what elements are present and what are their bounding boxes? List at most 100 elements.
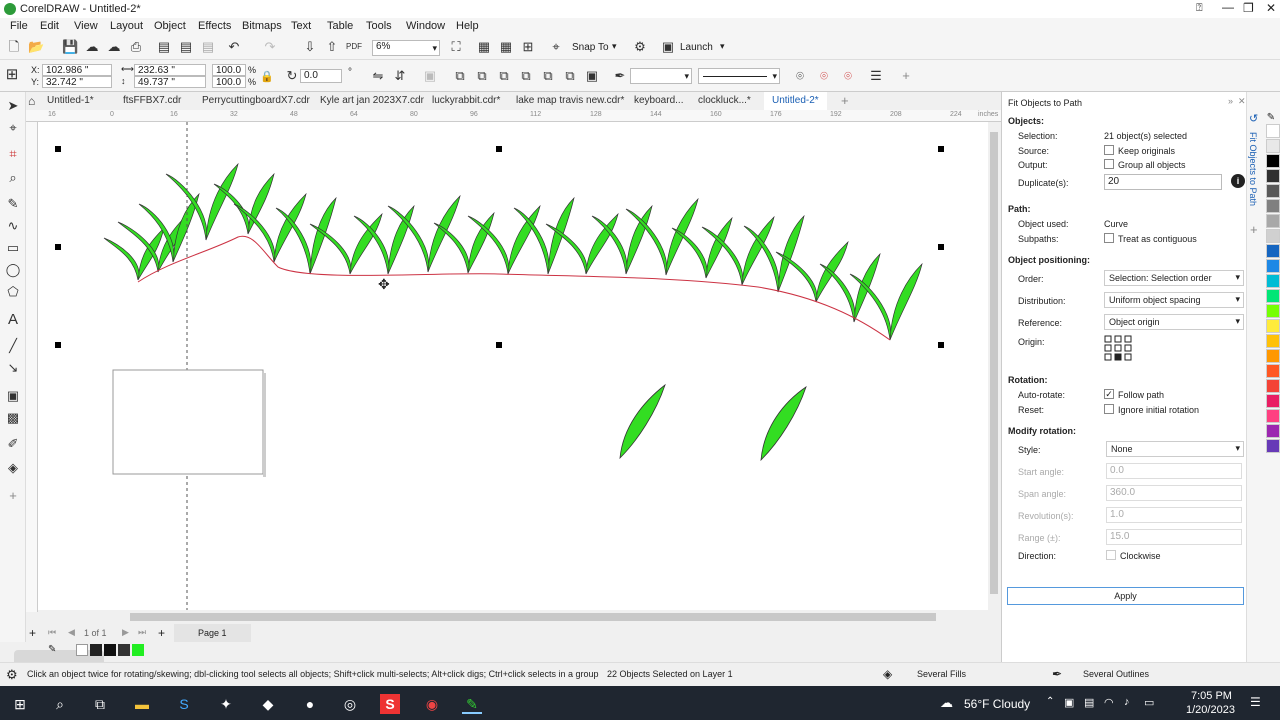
order-dropdown[interactable]: Selection: Selection order <box>1104 270 1244 286</box>
black-swatch[interactable] <box>90 644 102 656</box>
drawing-canvas[interactable]: ✥ <box>38 122 988 610</box>
app-s-red-icon[interactable]: S <box>380 694 400 714</box>
add-docker-icon[interactable]: + <box>1250 222 1258 237</box>
crop-icon[interactable]: ⌾ <box>816 68 832 84</box>
redo-icon[interactable]: ↷ <box>262 39 278 55</box>
menu-window[interactable]: Window <box>406 20 445 32</box>
app-s-icon[interactable]: S <box>174 694 194 714</box>
black-swatch[interactable] <box>104 644 116 656</box>
scale-x-field[interactable]: 100.0 <box>212 64 246 76</box>
keep-originals-checkbox[interactable] <box>1104 145 1114 155</box>
freehand-tool-icon[interactable]: ✎ <box>5 196 21 212</box>
color-swatch[interactable] <box>1266 124 1280 138</box>
zoom-level-field[interactable]: 6% ▾ <box>372 40 440 56</box>
rectangle-tool-icon[interactable]: ▭ <box>5 240 21 256</box>
tab-lake-map[interactable]: lake map travis new.cdr* <box>516 95 624 106</box>
apply-button[interactable]: Apply <box>1007 587 1244 605</box>
tab-perrycuttingboard[interactable]: PerrycuttingboardX7.cdr <box>202 95 310 106</box>
color-swatch[interactable] <box>1266 289 1280 303</box>
eyedropper-icon[interactable]: ✎ <box>1262 112 1280 123</box>
tab-ftsffbx7[interactable]: ftsFFBX7.cdr <box>123 95 181 106</box>
info-icon[interactable]: i <box>1231 174 1245 188</box>
page-tab[interactable]: Page 1 <box>174 624 251 642</box>
color-swatch[interactable] <box>1266 334 1280 348</box>
close-icon[interactable]: ✕ <box>1266 1 1276 15</box>
group-icon[interactable]: ▣ <box>422 68 438 84</box>
menu-effects[interactable]: Effects <box>198 20 231 32</box>
color-swatch[interactable] <box>1266 409 1280 423</box>
battery-icon[interactable]: ▭ <box>1144 696 1154 709</box>
paste-icon[interactable]: ▤ <box>200 39 216 55</box>
span-angle-field[interactable]: 360.0 <box>1106 485 1242 501</box>
cloud-icon[interactable]: ☁ <box>84 39 100 55</box>
color-swatch[interactable] <box>1266 394 1280 408</box>
color-swatch[interactable] <box>1266 364 1280 378</box>
shadow-tool-icon[interactable]: ▣ <box>5 388 21 404</box>
origin-grid-icon[interactable] <box>1104 335 1134 363</box>
guidelines-icon[interactable]: ⊞ <box>520 39 536 55</box>
trim-icon[interactable]: ⧉ <box>474 68 490 84</box>
app-icon-2[interactable]: ✦ <box>216 694 236 714</box>
outline-width-field[interactable]: ▾ <box>630 68 692 84</box>
clockwise-checkbox[interactable] <box>1106 550 1116 560</box>
menu-tools[interactable]: Tools <box>366 20 392 32</box>
copy-icon[interactable]: ▤ <box>178 39 194 55</box>
x-position-field[interactable]: 102.986 " <box>42 64 112 76</box>
fill-tool-icon[interactable]: ◈ <box>5 460 21 476</box>
cut-icon[interactable]: ▤ <box>156 39 172 55</box>
menu-layout[interactable]: Layout <box>110 20 143 32</box>
chevron-down-icon[interactable]: ▾ <box>432 42 437 54</box>
scale-y-field[interactable]: 100.0 <box>212 76 246 88</box>
clock-time[interactable]: 7:05 PM <box>1191 690 1232 702</box>
print-icon[interactable]: ⎙ <box>128 39 144 55</box>
add-icon[interactable]: + <box>898 68 914 84</box>
back-minus-front-icon[interactable]: ⧉ <box>562 68 578 84</box>
color-swatch[interactable] <box>1266 229 1280 243</box>
start-angle-field[interactable]: 0.0 <box>1106 463 1242 479</box>
intersect-icon[interactable]: ⧉ <box>496 68 512 84</box>
horizontal-ruler[interactable]: 16 0 16 32 48 64 80 96 112 128 144 160 1… <box>26 110 1001 122</box>
canvas-drawing[interactable]: ✥ <box>38 122 988 610</box>
windows-start-icon[interactable]: ⊞ <box>10 694 30 714</box>
menu-edit[interactable]: Edit <box>40 20 59 32</box>
ignore-rotation-checkbox[interactable] <box>1104 404 1114 414</box>
mirror-vertical-icon[interactable]: ⇵ <box>392 68 408 84</box>
app-icon-4[interactable]: ● <box>300 694 320 714</box>
dark-swatch[interactable] <box>118 644 130 656</box>
docker-tab-fit-objects[interactable]: Fit Objects to Path <box>1248 132 1258 206</box>
quick-trace-icon[interactable]: ⌾ <box>792 68 808 84</box>
color-swatch[interactable] <box>1266 304 1280 318</box>
save-icon[interactable]: 💾 <box>62 39 78 55</box>
vertical-scrollbar[interactable] <box>988 122 1000 612</box>
minimize-icon[interactable]: — <box>1222 0 1234 14</box>
home-icon[interactable]: ⌂ <box>28 94 35 108</box>
tray-chevron-icon[interactable]: ⌃ <box>1046 696 1054 707</box>
help-icon[interactable]: ⍰ <box>1196 2 1203 15</box>
scrollbar-thumb[interactable] <box>130 613 936 621</box>
tab-luckyrabbit[interactable]: luckyrabbit.cdr* <box>432 95 500 106</box>
docker-expand-icon[interactable]: » <box>1228 96 1233 106</box>
add-page-icon[interactable]: + <box>29 626 36 640</box>
pdf-icon[interactable]: PDF <box>346 39 362 55</box>
tab-kyle-art[interactable]: Kyle art jan 2023X7.cdr <box>320 95 424 106</box>
follow-path-checkbox[interactable]: ✓ <box>1104 389 1114 399</box>
width-field[interactable]: 232.63 " <box>134 64 206 76</box>
snap-icon[interactable]: ⌖ <box>548 39 564 55</box>
color-swatch[interactable] <box>1266 259 1280 273</box>
open-icon[interactable]: 📂 <box>28 39 44 55</box>
line-style-field[interactable]: ▾ <box>698 68 780 84</box>
color-swatch[interactable] <box>1266 154 1280 168</box>
menu-file[interactable]: File <box>10 20 28 32</box>
height-field[interactable]: 49.737 " <box>134 76 206 88</box>
green-swatch[interactable] <box>132 644 144 656</box>
shape-tool-icon[interactable]: ⌖ <box>5 120 21 136</box>
duplicates-field[interactable]: 20 <box>1104 174 1222 190</box>
menu-table[interactable]: Table <box>327 20 353 32</box>
tab-untitled-2[interactable]: Untitled-2* <box>764 92 827 110</box>
full-screen-icon[interactable]: ⛶ <box>448 39 464 55</box>
gear-icon[interactable]: ⚙ <box>632 39 648 55</box>
revolutions-field[interactable]: 1.0 <box>1106 507 1242 523</box>
front-minus-back-icon[interactable]: ⧉ <box>540 68 556 84</box>
polygon-tool-icon[interactable]: ⬠ <box>5 284 21 300</box>
color-swatch[interactable] <box>1266 424 1280 438</box>
